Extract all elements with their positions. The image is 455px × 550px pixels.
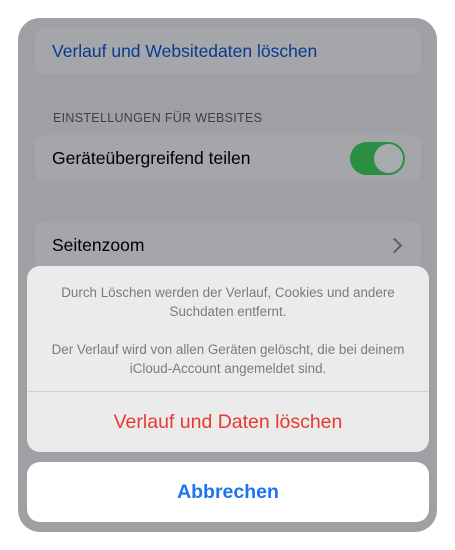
section-header-website-settings: EINSTELLUNGEN FÜR WEBSITES bbox=[53, 111, 263, 125]
toggle-knob bbox=[374, 143, 403, 173]
share-across-devices-row: Geräteübergreifend teilen bbox=[35, 135, 421, 181]
share-across-devices-label: Geräteübergreifend teilen bbox=[52, 147, 251, 168]
share-across-devices-toggle[interactable] bbox=[350, 141, 405, 175]
action-sheet: Durch Löschen werden der Verlauf, Cookie… bbox=[27, 266, 429, 452]
action-sheet-message: Durch Löschen werden der Verlauf, Cookie… bbox=[27, 266, 429, 391]
clear-history-label: Verlauf und Websitedaten löschen bbox=[52, 40, 318, 61]
clear-history-button[interactable]: Verlauf und Websitedaten löschen bbox=[35, 28, 421, 74]
clear-history-and-data-button[interactable]: Verlauf und Daten löschen bbox=[27, 392, 429, 452]
action-sheet-message-line-1: Durch Löschen werden der Verlauf, Cookie… bbox=[61, 285, 395, 319]
page-zoom-row[interactable]: Seitenzoom bbox=[35, 221, 421, 269]
screen: Verlauf und Websitedaten löschen EINSTEL… bbox=[18, 18, 437, 532]
page-zoom-label: Seitenzoom bbox=[52, 234, 145, 255]
action-sheet-message-line-2: Der Verlauf wird von allen Geräten gelös… bbox=[51, 342, 405, 376]
chevron-right-icon bbox=[386, 237, 403, 253]
cancel-button[interactable]: Abbrechen bbox=[27, 462, 429, 522]
